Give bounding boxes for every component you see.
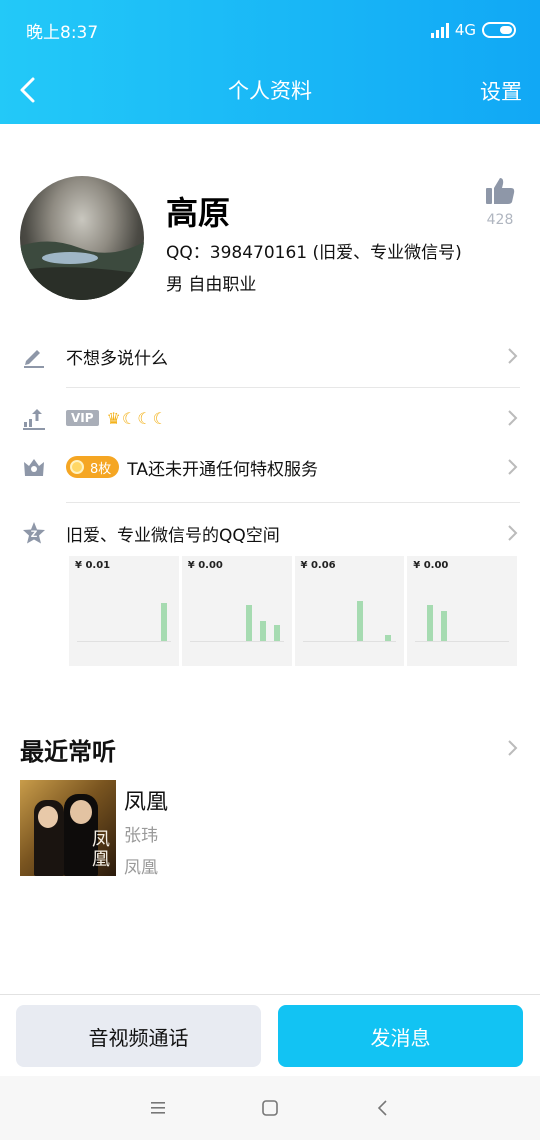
page-title: 个人资料 <box>228 79 312 103</box>
signal-icon <box>430 22 449 38</box>
coin-count: 8枚 <box>90 461 112 477</box>
back-nav-icon[interactable] <box>371 1096 395 1120</box>
thumbs-up-icon <box>486 178 515 204</box>
qzone-star-icon: Z <box>20 519 48 547</box>
recent-section-title: 最近常听 <box>20 738 116 766</box>
song-title[interactable]: 凤凰 <box>124 784 168 816</box>
chevron-right-icon <box>508 525 518 541</box>
svg-text:Z: Z <box>31 530 38 540</box>
status-time: 晚上8:37 <box>26 22 99 43</box>
crown-box-icon <box>20 453 48 481</box>
menu-icon[interactable] <box>146 1096 170 1120</box>
profile-name: 高原 <box>166 194 231 232</box>
qzone-thumbnail[interactable]: ¥ 0.00 <box>407 556 517 666</box>
qzone-row[interactable]: Z 旧爱、专业微信号的QQ空间 <box>20 508 520 558</box>
thumbnail-amount: ¥ 0.01 <box>75 560 111 571</box>
song-artist: 张玮 <box>124 826 158 846</box>
thumbnail-amount: ¥ 0.00 <box>413 560 449 571</box>
vip-level-icons: ♛☾☾☾ <box>106 408 168 428</box>
navbar: 个人资料 设置 <box>0 68 540 112</box>
profile-card: 高原 QQ：398470161 (旧爱、专业微信号) 男 自由职业 428 <box>20 176 520 302</box>
header: 晚上8:37 4G 个人资料 设置 <box>0 0 540 124</box>
network-type: 4G <box>454 21 476 39</box>
back-icon[interactable] <box>12 72 48 108</box>
system-nav-bar <box>0 1076 540 1140</box>
chevron-right-icon[interactable] <box>506 738 520 758</box>
avatar[interactable] <box>20 176 144 300</box>
album-cover[interactable]: 凤凰 <box>20 780 116 876</box>
vip-row[interactable]: VIP ♛☾☾☾ <box>20 393 520 443</box>
song-album: 凤凰 <box>124 858 158 878</box>
privilege-row[interactable]: 8枚 TA还未开通任何特权服务 <box>20 442 520 492</box>
thumbnail-amount: ¥ 0.06 <box>300 560 336 571</box>
like-button[interactable]: 428 <box>480 176 520 228</box>
gender-job: 男 自由职业 <box>166 275 257 295</box>
divider <box>66 502 520 503</box>
chevron-right-icon <box>508 459 518 475</box>
like-count: 428 <box>486 212 514 228</box>
send-message-button[interactable]: 发消息 <box>278 1005 523 1067</box>
qzone-thumbnails: ¥ 0.01 ¥ 0.00 ¥ 0.06 ¥ 0.00 <box>69 556 517 666</box>
thumbnail-amount: ¥ 0.00 <box>187 560 223 571</box>
video-call-button[interactable]: 音视频通话 <box>16 1005 261 1067</box>
status-bar: 晚上8:37 4G <box>26 18 516 43</box>
edit-icon <box>20 342 48 370</box>
signature-text: 不想多说什么 <box>66 348 168 369</box>
qzone-thumbnail[interactable]: ¥ 0.01 <box>69 556 179 666</box>
qzone-thumbnail[interactable]: ¥ 0.00 <box>181 556 292 666</box>
signature-row[interactable]: 不想多说什么 <box>20 331 520 381</box>
privilege-text: TA还未开通任何特权服务 <box>127 459 318 480</box>
status-indicators: 4G <box>430 21 516 39</box>
bottom-action-bar: 音视频通话 发消息 <box>0 994 540 1076</box>
battery-icon <box>482 22 516 38</box>
qq-number: QQ：398470161 (旧爱、专业微信号) <box>166 243 462 263</box>
level-up-icon <box>20 404 48 432</box>
vip-badge: VIP <box>66 410 99 426</box>
qzone-title: 旧爱、专业微信号的QQ空间 <box>66 525 280 546</box>
chevron-right-icon <box>508 348 518 364</box>
chevron-right-icon <box>508 410 518 426</box>
coin-badge: 8枚 <box>66 456 120 478</box>
settings-button[interactable]: 设置 <box>480 76 522 106</box>
album-cover-text: 凤凰 <box>92 829 110 870</box>
coin-icon <box>70 460 84 474</box>
divider <box>66 387 520 388</box>
qzone-thumbnail[interactable]: ¥ 0.06 <box>294 556 405 666</box>
home-icon[interactable] <box>258 1096 282 1120</box>
